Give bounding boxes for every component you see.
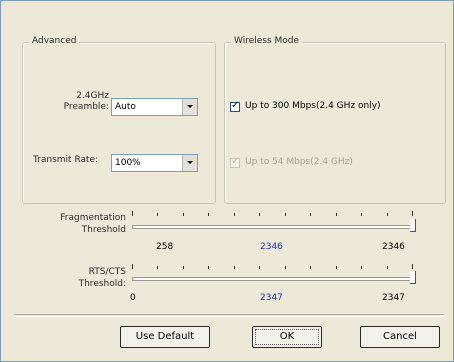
check-icon: ✓ — [231, 100, 240, 111]
transmit-rate-select[interactable]: 100% — [111, 154, 198, 172]
slider-tick — [208, 266, 210, 269]
slider-tick — [412, 211, 413, 216]
transmit-rate-label: Transmit Rate: — [33, 155, 99, 165]
preamble-label-line2: Preamble: — [63, 102, 109, 112]
slider-tick — [182, 213, 184, 216]
check-icon: ✓ — [231, 156, 240, 167]
fragmentation-min: 258 — [156, 242, 174, 252]
fragmentation-label: Fragmentation Threshold — [14, 212, 126, 236]
slider-tick — [284, 213, 286, 216]
dialog: Advanced 2.4GHz Preamble: Auto Transmit … — [6, 6, 446, 350]
button-separator — [14, 314, 444, 317]
slider-tick — [284, 266, 286, 269]
slider-tick — [361, 213, 363, 216]
fragmentation-label-line1: Fragmentation — [60, 213, 126, 223]
fragmentation-slider[interactable] — [132, 225, 416, 229]
slider-tick — [233, 266, 235, 269]
fragmentation-ticks — [132, 211, 413, 216]
chevron-down-icon[interactable] — [182, 155, 197, 171]
slider-tick — [132, 264, 133, 269]
mode-54-checkbox: ✓ — [230, 156, 240, 168]
preamble-label-line1: 2.4GHz — [76, 91, 109, 101]
rts-cts-ticks — [132, 264, 413, 269]
rts-cts-value: 2347 — [260, 293, 283, 303]
wireless-mode-group: Wireless Mode ✓ Up to 300 Mbps(2.4 GHz o… — [224, 36, 446, 204]
wireless-mode-legend: Wireless Mode — [231, 36, 303, 46]
use-default-button[interactable]: Use Default — [120, 326, 210, 348]
ok-button[interactable]: OK — [252, 326, 322, 348]
rts-cts-label: RTS/CTS Threshold: — [14, 266, 126, 290]
slider-tick — [335, 213, 337, 216]
slider-tick — [335, 266, 337, 269]
rts-cts-slider[interactable] — [132, 277, 416, 281]
cancel-button[interactable]: Cancel — [360, 326, 440, 348]
transmit-rate-select-value: 100% — [115, 158, 141, 168]
fragmentation-value: 2346 — [260, 242, 283, 252]
slider-tick — [233, 213, 235, 216]
slider-tick — [386, 213, 388, 216]
slider-tick — [182, 266, 184, 269]
slider-tick — [157, 213, 159, 216]
slider-tick — [259, 266, 261, 269]
rts-cts-slider-thumb[interactable] — [410, 271, 416, 284]
preamble-label: 2.4GHz Preamble: — [23, 91, 109, 113]
rts-cts-min: 0 — [130, 293, 136, 303]
slider-tick — [310, 266, 312, 269]
slider-tick — [157, 266, 159, 269]
rts-cts-label-line2: Threshold: — [78, 279, 126, 289]
slider-tick — [259, 213, 261, 216]
advanced-group: Advanced 2.4GHz Preamble: Auto Transmit … — [22, 36, 216, 204]
slider-tick — [208, 213, 210, 216]
preamble-select-value: Auto — [115, 102, 136, 112]
advanced-legend: Advanced — [29, 36, 80, 46]
slider-tick — [361, 266, 363, 269]
mode-300-label[interactable]: Up to 300 Mbps(2.4 GHz only) — [245, 101, 381, 111]
slider-tick — [132, 211, 133, 216]
fragmentation-slider-thumb[interactable] — [410, 219, 416, 232]
rts-cts-label-line1: RTS/CTS — [88, 267, 126, 277]
mode-54-label: Up to 54 Mbps(2.4 GHz) — [245, 157, 353, 167]
rts-cts-max: 2347 — [382, 293, 405, 303]
slider-tick — [386, 266, 388, 269]
mode-300-checkbox[interactable]: ✓ — [230, 100, 240, 112]
chevron-down-icon[interactable] — [182, 99, 197, 115]
slider-tick — [412, 264, 413, 269]
fragmentation-label-line2: Threshold — [81, 225, 126, 235]
preamble-select[interactable]: Auto — [111, 98, 198, 116]
fragmentation-max: 2346 — [382, 242, 405, 252]
slider-tick — [310, 213, 312, 216]
